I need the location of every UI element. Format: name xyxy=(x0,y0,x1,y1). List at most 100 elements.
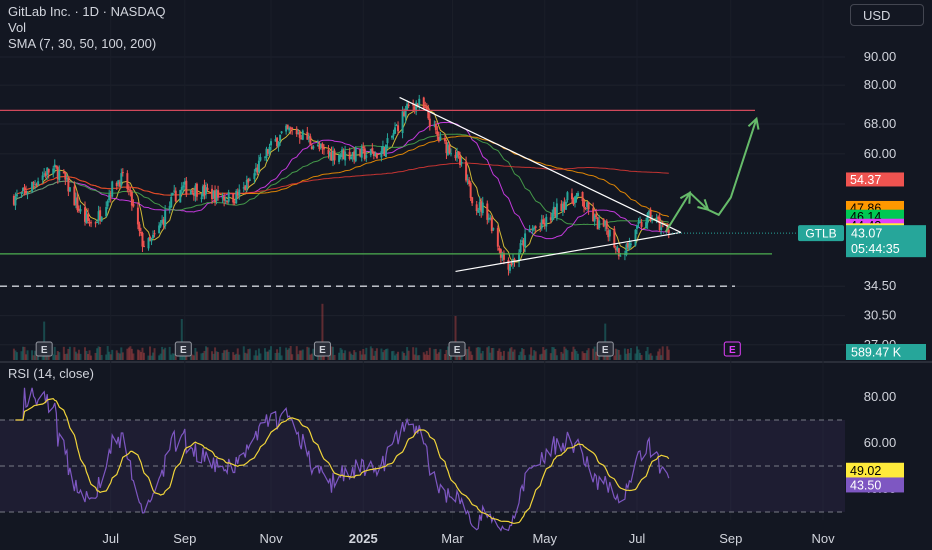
candle-body xyxy=(170,196,173,208)
volume-bar xyxy=(90,355,93,360)
candle-body xyxy=(179,190,182,203)
candle-body xyxy=(14,196,17,206)
volume-bar xyxy=(566,350,569,360)
candle-body xyxy=(667,229,670,234)
candle-body xyxy=(90,222,93,224)
sma30-line xyxy=(13,121,669,240)
candle-body xyxy=(519,243,522,253)
candle-body xyxy=(524,233,527,248)
candle-body xyxy=(171,192,174,196)
candle-body xyxy=(322,147,325,150)
candle-body xyxy=(232,193,235,203)
volume-bar xyxy=(375,348,378,360)
candle-body xyxy=(227,192,230,202)
candle-body xyxy=(301,130,304,140)
volume-bar xyxy=(354,352,357,360)
projection-path xyxy=(664,118,758,233)
candle-body xyxy=(333,150,336,161)
candle-body xyxy=(306,131,309,140)
candle-body xyxy=(434,123,437,131)
volume-bar xyxy=(651,355,654,360)
candle-body xyxy=(570,193,573,200)
candle-body xyxy=(238,189,241,196)
volume-bar xyxy=(164,347,167,360)
candle-body xyxy=(443,138,446,142)
candle-body xyxy=(660,227,663,230)
candle-body xyxy=(268,146,271,154)
volume-bar xyxy=(428,347,431,360)
time-tick-label: Sep xyxy=(173,531,196,546)
volume-bar xyxy=(270,346,273,360)
candle-body xyxy=(138,224,141,232)
candle-body xyxy=(584,207,587,210)
candle-body xyxy=(629,243,632,245)
candle-body xyxy=(150,238,153,242)
earnings-marker-label: E xyxy=(319,345,326,356)
volume-bar xyxy=(291,354,294,360)
candle-body xyxy=(96,221,99,223)
candle-body xyxy=(291,127,294,130)
candle-body xyxy=(277,141,280,148)
candle-body xyxy=(587,201,590,210)
candle-body xyxy=(141,233,144,247)
candle-body xyxy=(108,194,111,201)
candle-body xyxy=(58,170,61,181)
sma-indicator-label[interactable]: SMA (7, 30, 50, 100, 200) xyxy=(8,36,156,52)
volume-bar xyxy=(481,350,484,360)
time-tick-label: Jul xyxy=(102,531,119,546)
candle-body xyxy=(640,222,643,227)
candle-body xyxy=(200,197,203,199)
volume-bar xyxy=(206,347,209,360)
candle-body xyxy=(583,201,586,208)
candle-body xyxy=(248,179,251,181)
volume-bar xyxy=(217,352,220,360)
candle-body xyxy=(279,134,282,141)
candle-body xyxy=(407,104,410,107)
chart-window: 90.0080.0068.0060.0034.5030.5027.00JulSe… xyxy=(0,0,932,550)
rsi-tick-label: 80.00 xyxy=(864,389,897,404)
candle-body xyxy=(120,173,123,186)
volume-bar xyxy=(397,351,400,360)
candle-body xyxy=(217,190,220,198)
candle-body xyxy=(129,190,132,192)
price-chart[interactable]: 90.0080.0068.0060.0034.5030.5027.00JulSe… xyxy=(0,0,932,550)
price-tick-label: 34.50 xyxy=(864,278,897,293)
candle-body xyxy=(106,200,109,207)
candle-body xyxy=(298,132,301,138)
volume-indicator-label[interactable]: Vol xyxy=(8,20,26,36)
candle-body xyxy=(619,255,622,257)
candle-body xyxy=(418,98,421,106)
volume-bar xyxy=(629,347,632,360)
time-tick-label: Nov xyxy=(811,531,835,546)
candle-body xyxy=(581,191,584,202)
candle-body xyxy=(182,185,185,188)
candle-body xyxy=(545,216,548,227)
candle-body xyxy=(428,118,431,127)
candle-body xyxy=(309,136,312,145)
candle-body xyxy=(360,147,363,158)
volume-bar xyxy=(68,346,71,360)
candle-body xyxy=(595,214,598,218)
candle-body xyxy=(605,220,608,229)
volume-bar xyxy=(386,348,389,360)
candle-body xyxy=(466,178,469,180)
earnings-marker-label: E xyxy=(454,345,461,356)
earnings-marker-label: E xyxy=(602,345,609,356)
symbol-title[interactable]: GitLab Inc. · 1D · NASDAQ xyxy=(8,4,166,20)
candle-body xyxy=(577,193,580,197)
rsi-indicator-label[interactable]: RSI (14, close) xyxy=(8,366,94,381)
volume-bar xyxy=(195,351,198,360)
volume-bar xyxy=(280,355,283,360)
candle-body xyxy=(661,225,664,227)
candle-body xyxy=(159,223,162,227)
candle-body xyxy=(564,201,567,210)
candle-body xyxy=(153,233,156,235)
candle-body xyxy=(253,173,256,180)
currency-button[interactable]: USD xyxy=(850,4,924,26)
countdown-text: 05:44:35 xyxy=(851,242,900,256)
volume-bar xyxy=(577,353,580,360)
price-tick-label: 60.00 xyxy=(864,146,897,161)
candle-body xyxy=(158,225,161,234)
volume-bar xyxy=(492,347,495,360)
volume-bar xyxy=(524,355,527,360)
